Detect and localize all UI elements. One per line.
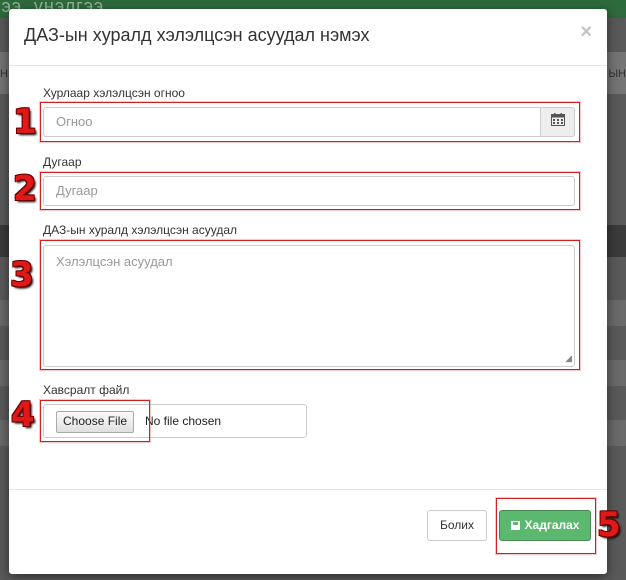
number-label: Дугаар xyxy=(43,155,82,169)
cancel-button[interactable]: Болих xyxy=(427,510,487,541)
file-input: Choose File No file chosen xyxy=(43,404,307,438)
date-label: Хурлаар хэлэлцсэн огноо xyxy=(43,86,185,100)
calendar-icon-glyph xyxy=(550,113,565,126)
annotation-number-1: 1 xyxy=(13,102,37,142)
calendar-icon[interactable] xyxy=(541,107,575,137)
date-input[interactable]: Огноо xyxy=(43,107,541,137)
add-issue-modal: ДАЗ-ын хуралд хэлэлцсэн асуудал нэмэх × … xyxy=(9,9,607,574)
annotation-number-2: 2 xyxy=(13,169,37,209)
choose-file-button[interactable]: Choose File xyxy=(56,411,135,433)
close-icon[interactable]: × xyxy=(580,21,592,44)
number-input[interactable]: Дугаар xyxy=(43,176,575,206)
issue-placeholder: Хэлэлцсэн асуудал xyxy=(56,254,173,269)
file-status: No file chosen xyxy=(145,414,222,428)
save-button-label: Хадгалах xyxy=(524,518,580,532)
issue-textarea[interactable]: Хэлэлцсэн асуудал ◢ xyxy=(43,245,575,367)
file-label: Хавсралт файл xyxy=(43,383,130,397)
issue-label: ДАЗ-ын хуралд хэлэлцсэн асуудал xyxy=(43,223,238,237)
annotation-number-4: 4 xyxy=(11,395,35,435)
resize-handle-icon[interactable]: ◢ xyxy=(565,353,572,364)
modal-footer-divider xyxy=(9,489,607,490)
annotation-number-5: 5 xyxy=(597,505,621,545)
background-nav-right: ЫН xyxy=(608,68,626,80)
modal-title: ДАЗ-ын хуралд хэлэлцсэн асуудал нэмэх xyxy=(24,25,370,45)
modal-header: ДАЗ-ын хуралд хэлэлцсэн асуудал нэмэх × xyxy=(9,9,607,66)
annotation-number-3: 3 xyxy=(10,255,34,295)
save-button[interactable]: Хадгалах xyxy=(499,510,591,541)
floppy-disk-icon xyxy=(510,521,520,530)
